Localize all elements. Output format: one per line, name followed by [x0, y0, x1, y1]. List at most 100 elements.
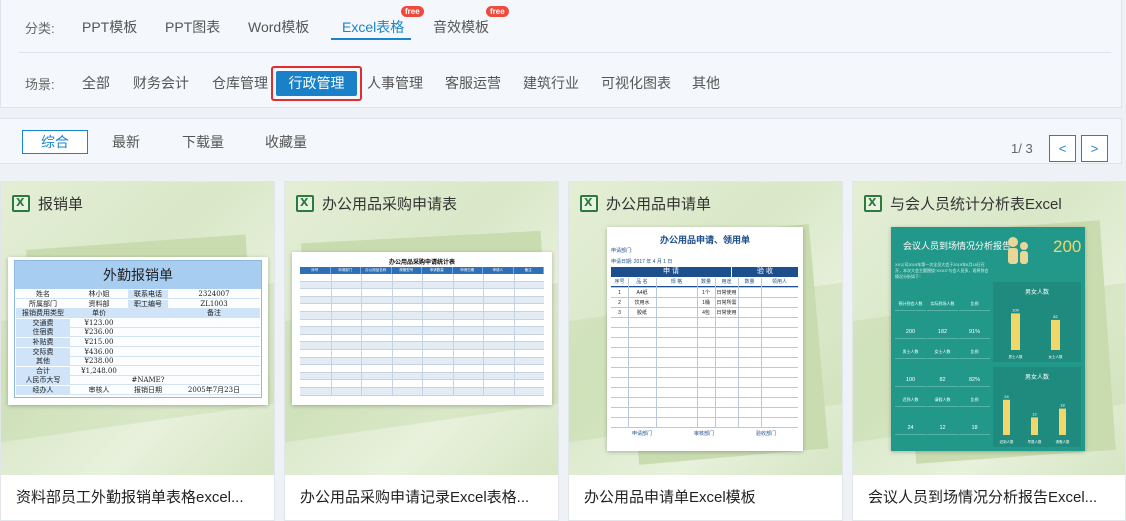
card-thumbnail: 报销单 外勤报销单 姓名林小姐联系电话2324007 所属部门资料部职工编号ZL1…	[1, 182, 274, 475]
card-title: 办公用品申请单	[606, 196, 712, 213]
sheet-header-row: 序号 申请部门 办公用品名称 规格型号 申请数量 申请日期 申请人 备注	[300, 267, 544, 274]
card-thumbnail: 办公用品申请单 办公用品申请、领用单 申请部门: 申请日期: 2017 年 4 …	[569, 182, 842, 475]
stat-cell: 91%	[959, 325, 990, 339]
stat-cell: 82	[927, 373, 958, 387]
scene-tab-customer-service[interactable]: 客服运营	[445, 70, 501, 96]
grid-line	[611, 407, 798, 408]
sheet-cell: 住宿费	[16, 328, 70, 338]
stat-cell: 100	[895, 373, 926, 387]
scene-tab-visual-chart[interactable]: 可视化图表	[601, 70, 671, 96]
sheet-cell: 林小姐	[70, 290, 128, 299]
grid-line	[611, 387, 798, 388]
chart-category-label: 请假人数	[1056, 439, 1071, 444]
chart-bar	[1031, 417, 1038, 435]
stat-cell: 12	[927, 421, 958, 435]
excel-icon	[12, 195, 30, 212]
grid-line	[656, 278, 657, 428]
scene-tab-warehouse[interactable]: 仓库管理	[212, 70, 268, 96]
tab-word-template[interactable]: Word模板	[248, 14, 309, 40]
scene-tab-all[interactable]: 全部	[82, 70, 110, 96]
sheet-preview: 办公用品申请、领用单 申请部门: 申请日期: 2017 年 4 月 1 日 申 …	[607, 227, 803, 451]
sheet-heading: 外勤报销单	[15, 261, 261, 289]
sheet-cell: 合计	[16, 366, 70, 376]
tab-ppt-chart[interactable]: PPT图表	[165, 14, 220, 40]
grid-line	[611, 427, 798, 428]
card-caption[interactable]: 办公用品采购申请记录Excel表格...	[300, 486, 529, 507]
grid-line	[483, 274, 484, 396]
free-badge: free	[401, 6, 424, 17]
tab-sound-template[interactable]: 音效模板	[433, 14, 489, 40]
grid-line	[611, 287, 798, 288]
report-heading: 会议人员到场情况分析报告	[903, 241, 1012, 251]
template-card[interactable]: 办公用品采购申请表 办公用品采购申请统计表 序号申请部门办公用品名称规格型号申请…	[284, 181, 559, 521]
sheet-cell: ¥238.00	[70, 357, 128, 367]
stat-cell: 男士人数	[895, 345, 926, 359]
sort-newest-button[interactable]: 最新	[112, 130, 140, 154]
chart-bar	[1011, 313, 1020, 350]
card-caption[interactable]: 会议人员到场情况分析报告Excel...	[868, 486, 1097, 507]
date-label: 申请日期: 2017 年 4 月 1 日	[611, 259, 673, 265]
chart-value-label: 18	[1060, 403, 1065, 408]
template-card[interactable]: 办公用品申请单 办公用品申请、领用单 申请部门: 申请日期: 2017 年 4 …	[568, 181, 843, 521]
sheet-grid	[300, 274, 544, 396]
column-header: 办公用品名称	[361, 267, 392, 274]
chart-category-label: 早退人数	[1028, 439, 1043, 444]
sheet-cell: 2005年7月23日	[168, 386, 260, 395]
sheet-cell: 审核人	[70, 386, 128, 395]
prev-page-button[interactable]: <	[1049, 135, 1076, 162]
card-caption[interactable]: 资料部员工外勤报销单表格excel...	[16, 486, 244, 507]
column-header: 备注	[514, 267, 544, 274]
excel-icon	[580, 195, 598, 212]
grid-line	[738, 278, 739, 428]
column-header: 数量	[738, 278, 761, 287]
grid-line	[611, 357, 798, 358]
scene-tab-construction[interactable]: 建筑行业	[523, 70, 579, 96]
sheet-cell: 交际费	[16, 347, 70, 357]
column-header: 品 名	[628, 278, 656, 287]
tab-excel-table[interactable]: Excel表格	[342, 14, 404, 40]
template-card[interactable]: 报销单 外勤报销单 姓名林小姐联系电话2324007 所属部门资料部职工编号ZL1…	[0, 181, 275, 521]
grid-line	[715, 278, 716, 428]
grid-line	[361, 274, 362, 396]
category-label: 分类:	[25, 20, 55, 36]
sheet-cell: 单价	[70, 309, 128, 319]
scene-tab-admin-highlight: 行政管理	[271, 66, 362, 101]
sheet-cell	[168, 328, 260, 338]
chart-value-label: 24	[1004, 394, 1009, 399]
column-header: 规格型号	[392, 267, 422, 274]
sort-downloads-button[interactable]: 下载量	[182, 130, 224, 154]
next-page-button[interactable]: >	[1081, 135, 1108, 162]
sheet-cell: 经办人	[16, 386, 70, 395]
card-caption[interactable]: 办公用品申请单Excel模板	[584, 486, 756, 507]
grid-line	[422, 274, 423, 396]
chart-category-label: 女士人数	[1049, 354, 1064, 359]
sort-favorites-button[interactable]: 收藏量	[265, 130, 307, 154]
scene-tab-other[interactable]: 其他	[692, 70, 720, 96]
scene-tab-admin[interactable]: 行政管理	[276, 71, 357, 96]
sort-comprehensive-button[interactable]: 综合	[22, 130, 88, 154]
tab-ppt-template[interactable]: PPT模板	[82, 14, 137, 40]
sheet-cell	[128, 348, 168, 357]
section-apply: 申 请	[611, 267, 731, 277]
grid-line	[697, 278, 698, 428]
grid-line	[611, 367, 798, 368]
chart-value-label: 82	[1053, 314, 1058, 319]
sheet-cell	[70, 376, 128, 386]
filter-panel: 分类: PPT模板 PPT图表 Word模板 Excel表格 free 音效模板…	[0, 0, 1122, 108]
scene-tab-finance[interactable]: 财务会计	[133, 70, 189, 96]
page-indicator: 1/ 3	[1011, 141, 1033, 156]
card-title: 与会人员统计分析表Excel	[890, 196, 1062, 213]
sheet-cell: ZL1003	[168, 300, 260, 309]
grid-line	[611, 307, 798, 308]
sheet-cell: 人民币大写	[16, 376, 70, 386]
template-card[interactable]: 与会人员统计分析表Excel 会议人员到场情况分析报告 200 XX公司2019…	[852, 181, 1126, 521]
sheet-preview: 会议人员到场情况分析报告 200 XX公司2019年第一次全员大会于2019年6…	[891, 227, 1085, 451]
column-header: 申请人	[483, 267, 514, 274]
column-header: 序号	[611, 278, 628, 287]
scene-tab-hr[interactable]: 人事管理	[367, 70, 423, 96]
sheet-cell	[168, 319, 260, 328]
bar-chart-attendance: 男女人数 24 迟到人数 12 早退人数 18 请假人数	[993, 367, 1081, 447]
sheet-cell	[168, 367, 260, 376]
sheet-cell: 资料部	[70, 300, 128, 309]
stat-cell: 18	[959, 421, 990, 435]
